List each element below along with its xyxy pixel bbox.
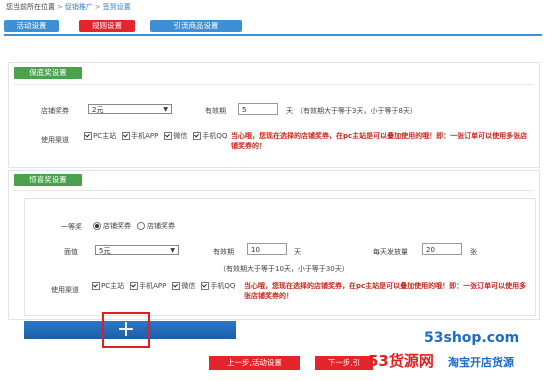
guarantee-validity-unit: 天 [286, 107, 293, 115]
guarantee-section-header: 保底奖设置 [14, 67, 82, 79]
guarantee-validity-label: 有效期 [205, 107, 226, 115]
tab-traffic-product-settings[interactable]: 引流商品设置 [150, 20, 242, 32]
channel-checkbox-wechat[interactable]: 微信 [164, 131, 187, 141]
face-value-label: 面值 [64, 248, 78, 256]
breadcrumb-link-promotion[interactable]: 促销推广 [65, 3, 93, 11]
checkbox-icon [84, 132, 92, 140]
checkbox-icon [92, 282, 100, 290]
daily-quantity-input[interactable]: 20 [422, 243, 462, 255]
checkbox-icon [130, 282, 139, 290]
channel-checkbox-app[interactable]: 手机APP [122, 131, 158, 141]
watermark-site: 53shop.com [424, 330, 520, 346]
daily-quantity-unit: 张 [470, 248, 477, 256]
next-step-button[interactable]: 下一步,引 [315, 356, 373, 370]
divider [14, 84, 534, 85]
chevron-right-icon: > [57, 3, 63, 11]
checkbox-icon [201, 282, 210, 290]
breadcrumb: 您当前所在位置 > 促销推广 > 签到设置 [6, 2, 131, 12]
dropdown-arrow-icon: ▼ [163, 106, 168, 113]
watermark-brand: 53货源网 [368, 352, 434, 370]
guarantee-panel [8, 62, 540, 168]
guarantee-warning-text: 当心哦，您现在选择的店铺奖券，在pc主站是可以叠加使用的哦！即：一张订单可以使用… [231, 132, 528, 150]
radio-store-coupon-2[interactable]: 店铺奖券 [137, 221, 175, 231]
checkbox-icon [164, 132, 173, 140]
guarantee-validity-input[interactable]: 5 [238, 103, 278, 115]
checkbox-icon [172, 282, 181, 290]
surprise-validity-unit: 天 [294, 248, 301, 256]
tab-rule-settings[interactable]: 规则设置 [79, 20, 135, 32]
daily-quantity-label: 每天发放量 [373, 248, 408, 256]
face-value-select[interactable]: 5元 ▼ [95, 245, 179, 255]
radio-store-coupon[interactable]: 店铺奖券 [93, 221, 131, 231]
tab-activity-settings[interactable]: 活动设置 [4, 20, 59, 32]
prize-tier-label: 一等奖 [61, 223, 82, 231]
guarantee-channel-label: 使用渠道 [41, 136, 69, 144]
guarantee-coupon-select[interactable]: 2元 ▼ [88, 104, 172, 114]
channel-checkbox-app[interactable]: 手机APP [130, 281, 166, 291]
surprise-validity-note: （有效期大于等于10天，小于等于30天） [219, 265, 349, 273]
surprise-validity-input[interactable]: 10 [247, 243, 287, 255]
guarantee-coupon-value: 2元 [92, 106, 104, 114]
channel-checkbox-qq[interactable]: 手机QQ [201, 281, 235, 291]
checkbox-icon [193, 132, 202, 140]
tabs-underline [4, 34, 542, 36]
watermark-slogan: 淘宝开店货源 [448, 356, 514, 369]
radio-icon [137, 222, 145, 230]
surprise-channel-list: PC主站 手机APP 微信 手机QQ [92, 281, 241, 291]
surprise-channel-label: 使用渠道 [51, 286, 79, 294]
prize-type-options: 店铺奖券 店铺奖券 [93, 221, 181, 231]
surprise-section-header: 惊喜奖设置 [14, 174, 82, 186]
channel-checkbox-pc[interactable]: PC主站 [92, 281, 124, 291]
surprise-validity-label: 有效期 [213, 248, 234, 256]
channel-checkbox-pc[interactable]: PC主站 [84, 131, 116, 141]
plus-icon[interactable]: + [104, 316, 148, 344]
checkbox-icon [122, 132, 131, 140]
radio-selected-icon [93, 222, 101, 230]
breadcrumb-link-signin[interactable]: 签到设置 [103, 3, 131, 11]
breadcrumb-prefix: 您当前所在位置 [6, 3, 55, 11]
prev-step-button[interactable]: 上一步,活动设置 [209, 356, 300, 370]
divider [14, 190, 534, 191]
face-value-current: 5元 [99, 247, 111, 255]
dropdown-arrow-icon: ▼ [170, 247, 175, 254]
channel-checkbox-wechat[interactable]: 微信 [172, 281, 195, 291]
guarantee-channel-list: PC主站 手机APP 微信 手机QQ [84, 131, 233, 141]
surprise-warning-text: 当心哦，您现在选择的店铺奖券，在pc主站是可以叠加使用的哦！即：一张订单可以使用… [244, 282, 527, 300]
chevron-right-icon: > [94, 3, 101, 11]
channel-checkbox-qq[interactable]: 手机QQ [193, 131, 227, 141]
guarantee-coupon-label: 店铺奖券 [41, 107, 69, 115]
guarantee-validity-note: （有效期大于等于3天，小于等于8天） [296, 107, 417, 115]
